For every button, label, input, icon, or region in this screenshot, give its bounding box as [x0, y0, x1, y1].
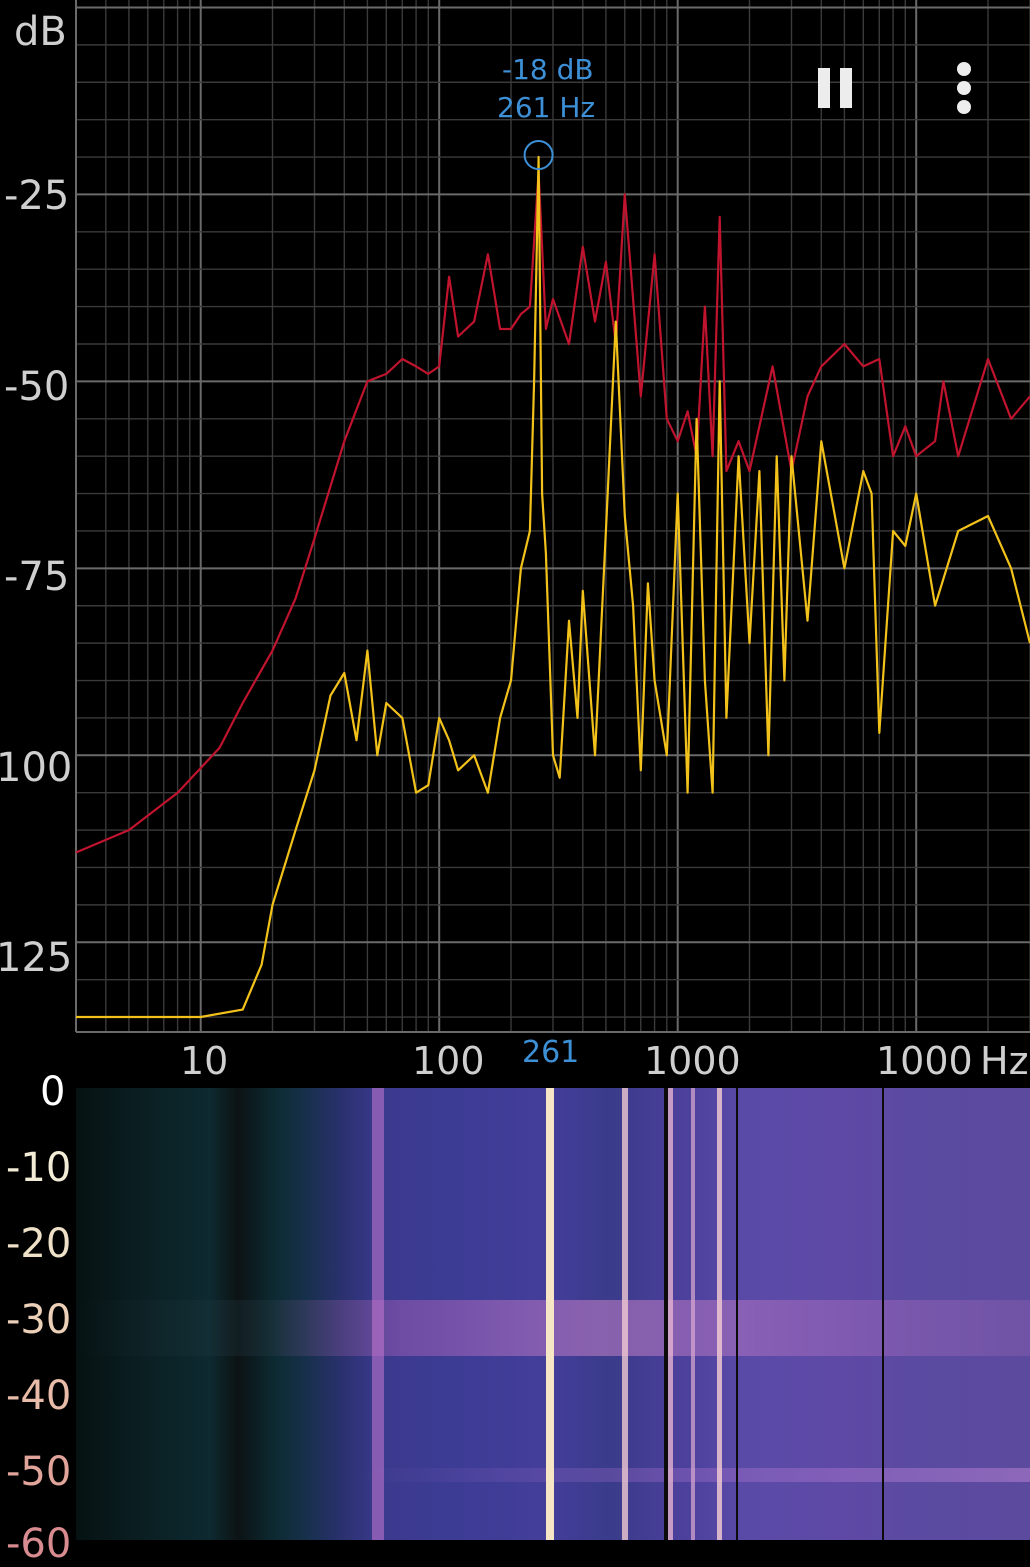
spectrogram-line: [882, 1088, 884, 1540]
peak-frequency-label: 261 Hz: [497, 91, 596, 124]
x-tick-label: 10: [180, 1039, 229, 1083]
y-tick-label: -50: [4, 364, 70, 410]
more-vertical-icon: [957, 62, 971, 114]
y-axis-unit-label: dB: [14, 9, 67, 55]
x-tick-label: 1000: [876, 1039, 973, 1083]
time-tick-label: -60: [6, 1521, 72, 1567]
x-marker-label: 261: [522, 1035, 580, 1070]
more-options-button[interactable]: [934, 58, 994, 118]
spectrogram-line: [736, 1088, 738, 1540]
y-tick-label: 125: [0, 935, 73, 981]
y-tick-label: -25: [4, 173, 70, 219]
time-tick-label: -20: [6, 1221, 72, 1267]
spectrogram-line: [546, 1088, 554, 1540]
x-tick-label: 1000: [644, 1039, 741, 1083]
time-tick-label: -10: [6, 1145, 72, 1191]
time-tick-label: 0: [40, 1069, 66, 1115]
peak-level-label: -18 dB: [502, 53, 594, 86]
time-tick-label: -30: [6, 1297, 72, 1343]
spectrogram-waterfall[interactable]: [76, 1088, 1030, 1540]
pause-button[interactable]: [806, 58, 866, 118]
pause-icon: [818, 68, 852, 108]
x-tick-label: 100: [412, 1039, 485, 1083]
spectrum-analyzer-app: dB -25 -50 -75 100 125 10 100 261 1000 1…: [0, 0, 1030, 1564]
spectrogram-line: [717, 1088, 722, 1540]
spectrogram-line: [372, 1088, 384, 1540]
y-tick-label: 100: [0, 745, 73, 791]
spectrum-plot[interactable]: [0, 0, 1030, 1090]
x-axis-unit-label: Hz: [980, 1039, 1029, 1083]
spectrogram-line: [668, 1088, 673, 1540]
spectrogram-line: [622, 1088, 628, 1540]
time-tick-label: -40: [6, 1373, 72, 1419]
y-tick-label: -75: [4, 554, 70, 600]
spectrogram-line: [691, 1088, 695, 1540]
time-tick-label: -50: [6, 1449, 72, 1495]
